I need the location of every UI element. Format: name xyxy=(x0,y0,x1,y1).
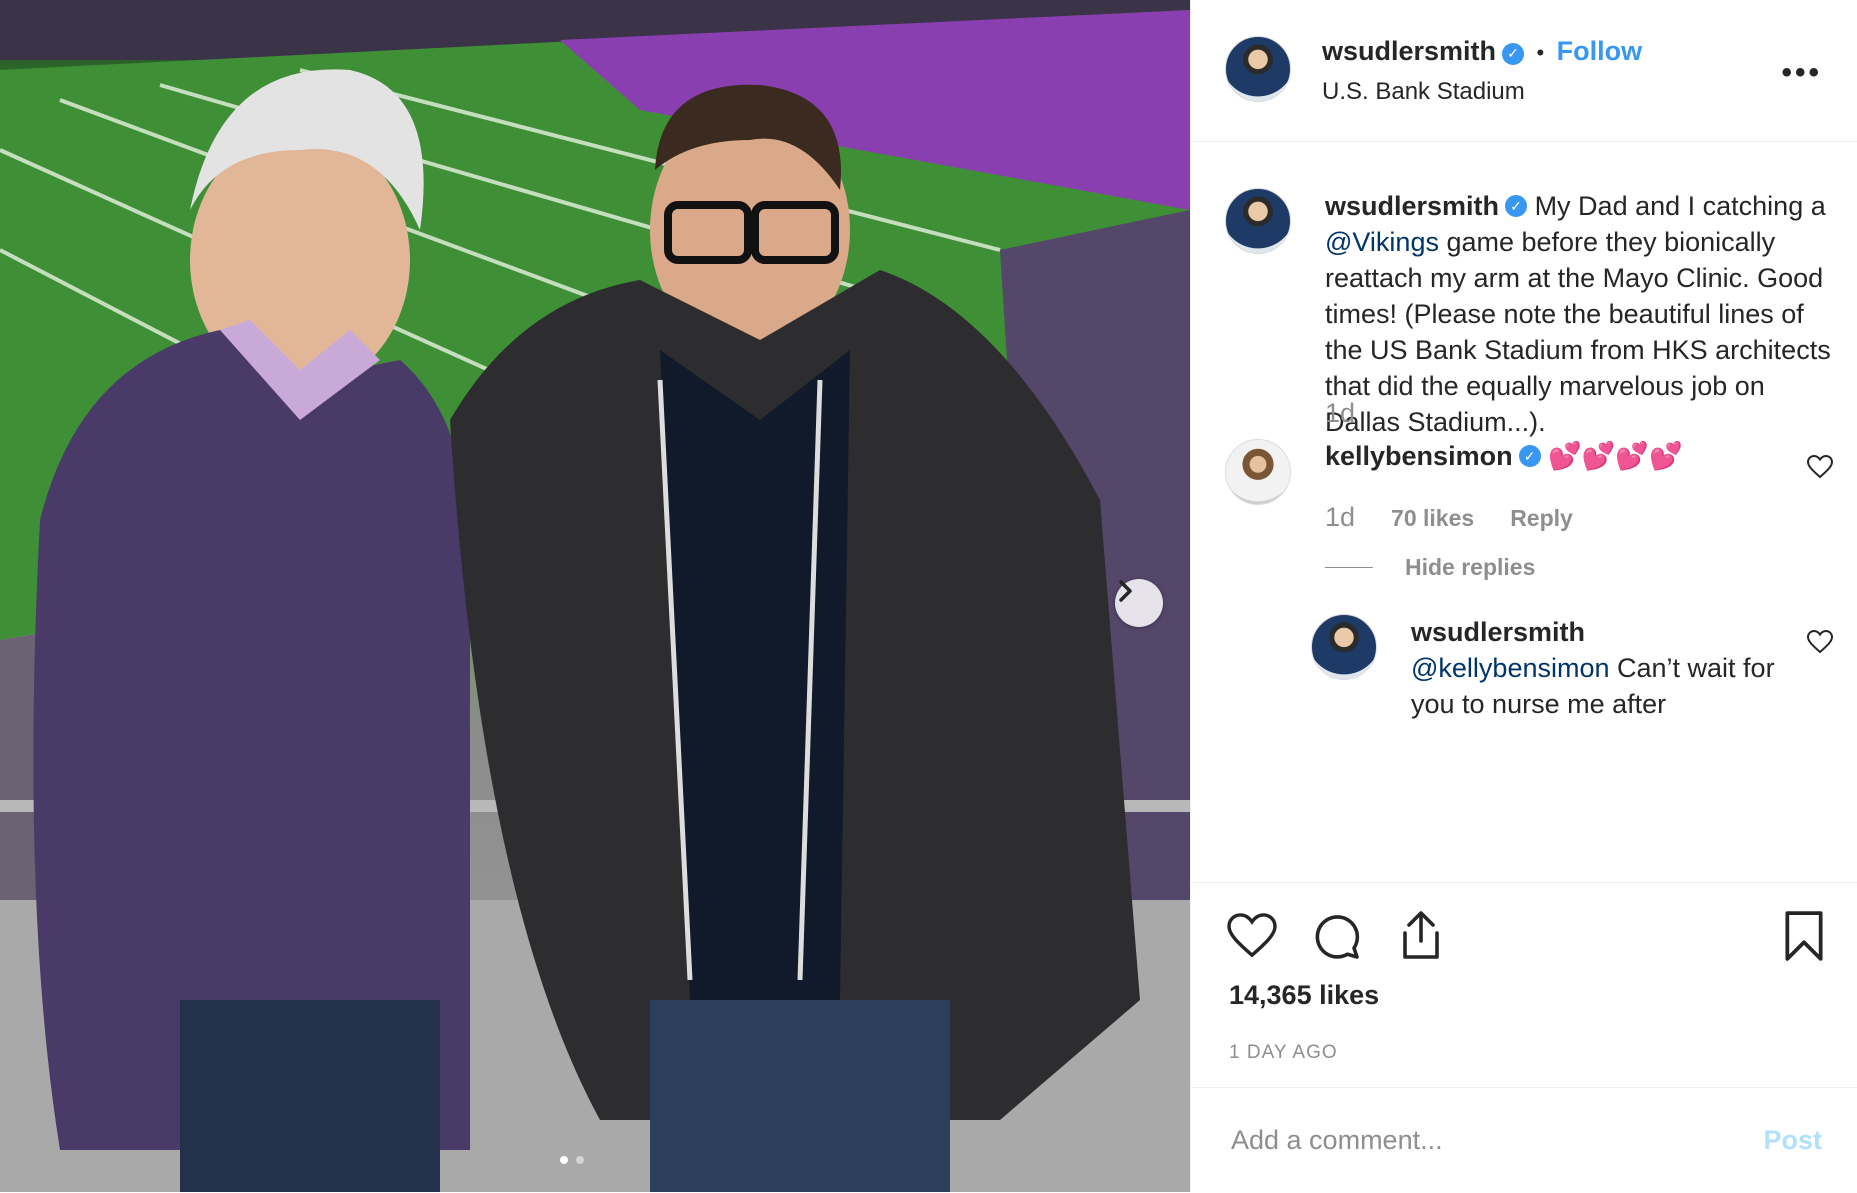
caption-author-username[interactable]: wsudlersmith xyxy=(1325,191,1499,221)
caption-time[interactable]: 1d xyxy=(1325,398,1355,429)
caption-author-avatar[interactable] xyxy=(1225,188,1291,254)
post-location[interactable]: U.S. Bank Stadium xyxy=(1322,78,1525,106)
reply-like-heart-icon[interactable] xyxy=(1807,630,1833,654)
like-heart-icon[interactable] xyxy=(1227,913,1277,959)
comment-author-avatar[interactable] xyxy=(1225,439,1291,505)
caption-text-after: game before they bionically reattach my … xyxy=(1325,227,1831,437)
stadium-photo-illustration xyxy=(0,0,1190,1192)
comment-author-username[interactable]: kellybensimon xyxy=(1325,441,1513,471)
comment-item: kellybensimon ✓ 💕💕💕💕 xyxy=(1325,438,1765,474)
post-side-panel: wsudlersmith ✓ • Follow U.S. Bank Stadium… xyxy=(1190,0,1857,1192)
comment-like-heart-icon[interactable] xyxy=(1807,455,1833,479)
comment-bubble-icon[interactable] xyxy=(1313,913,1361,961)
carousel-dot-active xyxy=(560,1156,568,1164)
author-username[interactable]: wsudlersmith xyxy=(1322,36,1496,66)
reply-author-avatar[interactable] xyxy=(1311,614,1377,680)
reply-author-username[interactable]: wsudlersmith xyxy=(1411,617,1585,647)
hide-replies-button[interactable]: Hide replies xyxy=(1325,554,1535,581)
chevron-right-icon xyxy=(1119,580,1132,602)
more-options-icon[interactable]: ••• xyxy=(1781,56,1822,90)
post-comment-button[interactable]: Post xyxy=(1763,1125,1822,1156)
caption-mention-link[interactable]: @Vikings xyxy=(1325,227,1439,257)
reply-mention-link[interactable]: @kellybensimon xyxy=(1411,653,1610,683)
comment-input[interactable] xyxy=(1229,1124,1733,1157)
caption-text-before: My Dad and I catching a xyxy=(1534,191,1826,221)
caption: wsudlersmith ✓ My Dad and I catching a @V… xyxy=(1325,188,1835,440)
save-bookmark-icon[interactable] xyxy=(1783,911,1825,961)
comment-likes-count[interactable]: 70 likes xyxy=(1391,505,1474,532)
post-timestamp[interactable]: 1 DAY AGO xyxy=(1229,1042,1338,1064)
reply-item: wsudlersmith @kellybensimon Can’t wait f… xyxy=(1411,614,1791,722)
author-avatar[interactable] xyxy=(1225,36,1291,102)
carousel-dot xyxy=(576,1156,584,1164)
carousel-indicator xyxy=(560,1156,584,1164)
verified-badge-icon: ✓ xyxy=(1518,444,1541,467)
verified-badge-icon: ✓ xyxy=(1502,42,1525,65)
post-photo[interactable] xyxy=(0,0,1190,1192)
verified-badge-icon: ✓ xyxy=(1505,194,1528,217)
add-comment-bar: Post xyxy=(1191,1087,1857,1193)
comment-time[interactable]: 1d xyxy=(1325,502,1355,533)
hide-replies-label: Hide replies xyxy=(1405,554,1536,580)
hide-replies-line xyxy=(1325,567,1373,568)
share-icon[interactable] xyxy=(1397,909,1445,961)
follow-button[interactable]: Follow xyxy=(1557,36,1642,66)
author-line: wsudlersmith ✓ • Follow xyxy=(1322,36,1642,67)
comment-reply-button[interactable]: Reply xyxy=(1510,505,1573,532)
comments-list[interactable]: wsudlersmith ✓ My Dad and I catching a @V… xyxy=(1191,142,1857,882)
comment-meta: 1d 70 likes Reply xyxy=(1325,502,1573,533)
header-separator: • xyxy=(1536,40,1545,65)
post-header: wsudlersmith ✓ • Follow U.S. Bank Stadium… xyxy=(1191,0,1857,142)
comment-text: 💕💕💕💕 xyxy=(1548,441,1683,471)
carousel-next-button[interactable] xyxy=(1115,579,1163,627)
post-likes-count[interactable]: 14,365 likes xyxy=(1229,980,1379,1011)
